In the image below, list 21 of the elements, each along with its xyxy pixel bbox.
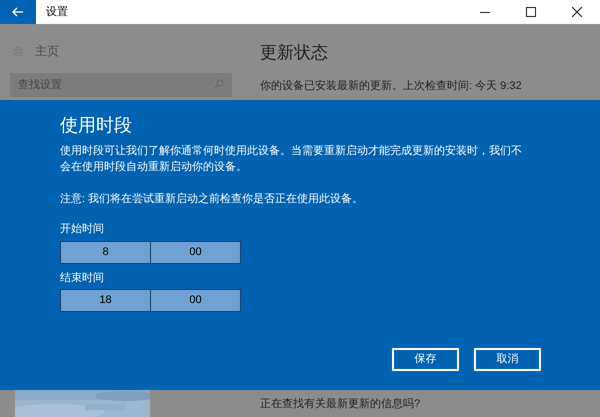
dialog-description: 使用时段可让我们了解你通常何时使用此设备。当需要重新启动才能完成更新的安装时，我们不会在使用时段自动重新启动你的设备。 xyxy=(60,144,523,175)
maximize-icon xyxy=(526,7,536,17)
hour-picker[interactable]: 18 xyxy=(61,290,151,311)
window-title: 设置 xyxy=(46,4,68,20)
minute-picker[interactable]: 00 xyxy=(151,242,240,262)
search-icon xyxy=(214,79,224,89)
time-label: 开始时间 xyxy=(60,222,105,237)
back-button[interactable] xyxy=(0,0,36,24)
close-icon xyxy=(572,7,582,17)
dialog-note: 注意: 我们将在尝试重新启动之前检查你是否正在使用此设备。 xyxy=(60,192,364,207)
update-status-text: 你的设备已安装最新的更新。上次检查时间: 今天 9:32 xyxy=(260,78,522,94)
back-arrow-icon xyxy=(12,7,24,17)
search-field[interactable]: 查找设置 xyxy=(10,73,232,97)
time-label: 结束时间 xyxy=(60,270,105,286)
section-heading: 更新状态 xyxy=(260,42,329,64)
dialog-title: 使用时段 xyxy=(60,114,133,137)
hour-picker[interactable]: 8 xyxy=(61,242,151,262)
save-button[interactable]: 保存 xyxy=(392,348,459,371)
cancel-button[interactable]: 取消 xyxy=(474,348,541,371)
info-question-text: 正在查找有关最新更新的信息吗? xyxy=(260,396,420,412)
minute-picker[interactable]: 00 xyxy=(151,290,240,311)
